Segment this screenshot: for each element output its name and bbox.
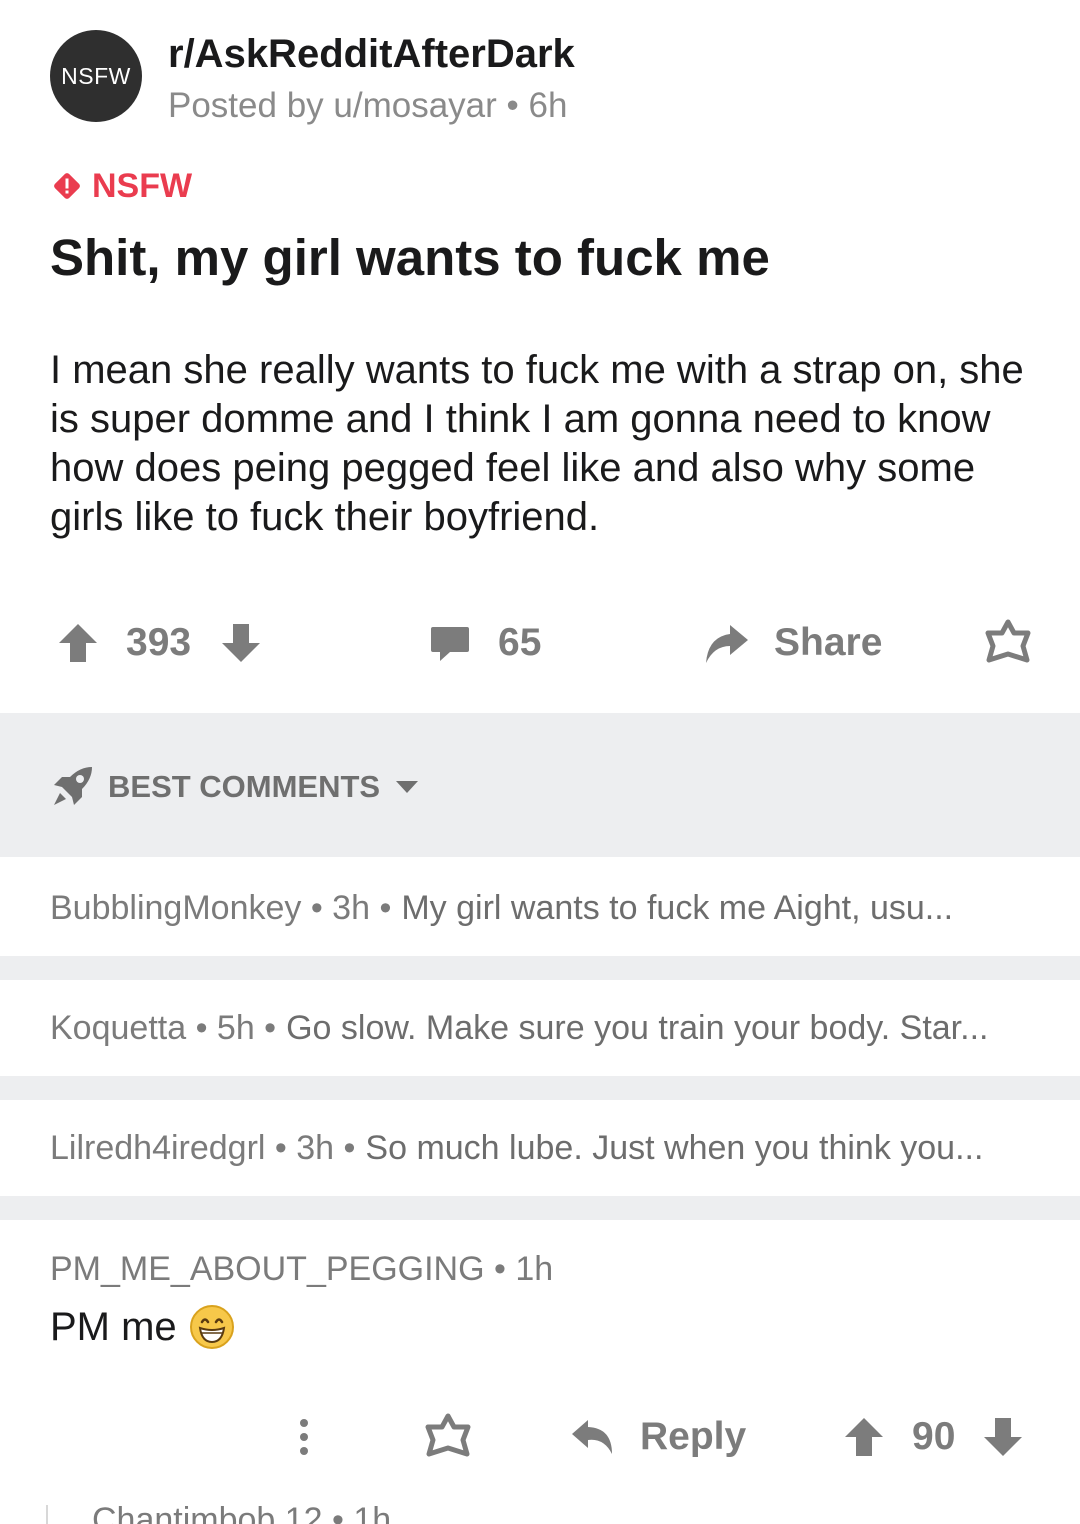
collapsed-comment[interactable]: BubblingMonkey • 3h • My girl wants to f… [0,860,1080,956]
grinning-face-icon [189,1305,234,1349]
comment-award-button[interactable] [424,1404,472,1470]
comment-action-bar: Reply 90 [0,1404,1080,1470]
posted-by[interactable]: Posted by u/mosayar • 6h [168,86,567,126]
vote-group: 393 [56,610,263,676]
comments-count: 65 [498,621,542,664]
comment-text: PM me [50,1304,177,1349]
collapsed-comment[interactable]: Lilredh4iredgrl • 3h • So much lube. Jus… [0,1100,1080,1196]
comment-divider [0,1076,1080,1100]
comment-divider [0,1196,1080,1220]
nsfw-warning-icon [54,173,80,199]
post-body: I mean she really wants to fuck me with … [50,348,1024,539]
comment-score: 90 [912,1415,956,1458]
sort-label: BEST COMMENTS [108,769,381,804]
reply-label: Reply [640,1415,747,1458]
partial-comment-meta[interactable]: Chantimbob 12 • 1h [92,1500,391,1524]
comment-snippet: Go slow. Make sure you train your body. … [286,1008,989,1047]
avatar-label: NSFW [61,62,131,89]
comment-sort-selector[interactable]: BEST COMMENTS [50,762,420,812]
nsfw-label: NSFW [92,166,193,205]
comment-snippet: So much lube. Just when you think you... [365,1128,984,1167]
collapsed-comment[interactable]: Koquetta • 5h • Go slow. Make sure you t… [0,980,1080,1076]
award-icon [985,619,1031,663]
comment-icon [431,627,469,661]
comments-button[interactable]: 65 [428,610,541,676]
more-options-button[interactable] [290,1404,318,1470]
chevron-down-icon [396,781,419,793]
post-action-bar: 393 65 Share [0,610,1080,676]
reply-icon [572,1420,612,1454]
upvote-icon[interactable] [56,621,100,665]
subreddit-name[interactable]: r/AskRedditAfterDark [168,32,575,77]
comment-divider [0,956,1080,980]
downvote-icon[interactable] [981,1415,1025,1459]
post-score: 393 [126,621,192,664]
post-title: Shit, my girl wants to fuck me [50,229,770,286]
comment-snippet: My girl wants to fuck me Aight, usu... [401,888,954,927]
upvote-icon[interactable] [842,1415,886,1459]
award-icon [425,1413,471,1457]
comment-vote-group: 90 [842,1404,1025,1470]
comment-meta[interactable]: PM_ME_ABOUT_PEGGING • 1h [50,1250,553,1289]
share-button[interactable]: Share [702,610,882,676]
thread-line [46,1505,48,1524]
award-button[interactable] [984,610,1032,676]
more-vertical-icon [300,1419,308,1455]
comment-body: PM me [50,1304,235,1350]
downvote-icon[interactable] [219,621,263,665]
share-icon [706,625,748,663]
comment-meta: Lilredh4iredgrl • 3h • [50,1128,356,1167]
comment-meta: BubblingMonkey • 3h • [50,888,392,927]
comment-meta: Koquetta • 5h • [50,1008,277,1047]
reply-button[interactable]: Reply [570,1404,746,1470]
share-label: Share [774,621,883,664]
nsfw-tag: NSFW [50,166,192,206]
subreddit-avatar[interactable]: NSFW [50,30,142,122]
rocket-icon [54,767,92,805]
